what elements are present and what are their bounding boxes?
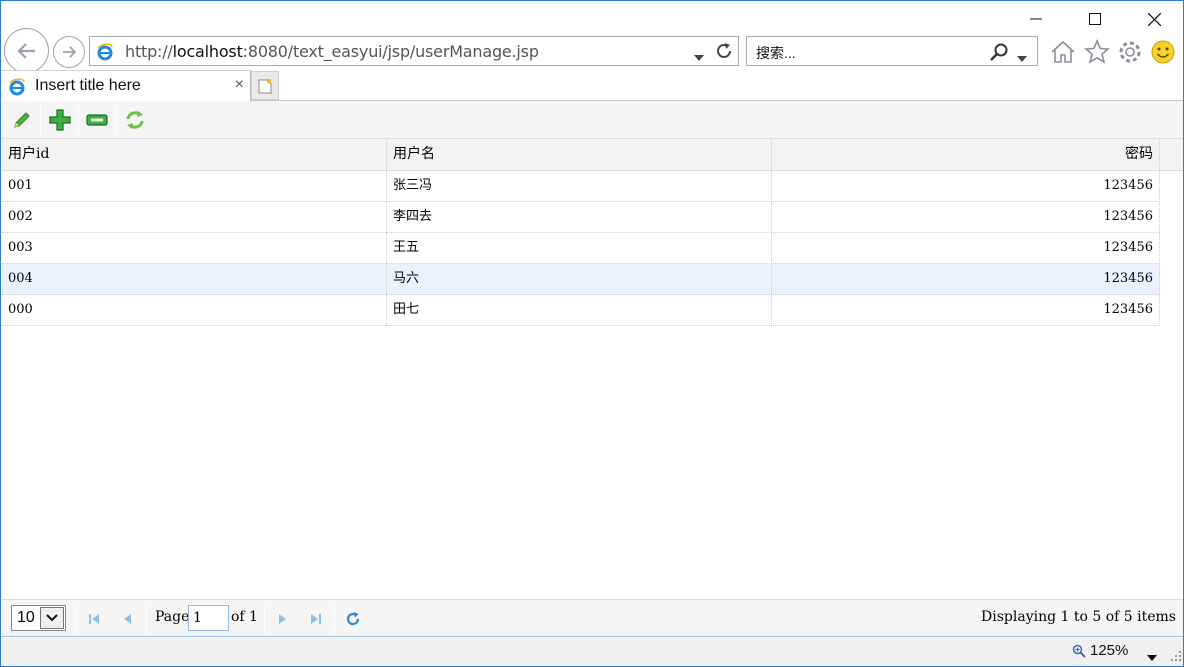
toolbar-separator (116, 105, 117, 135)
page-size-select[interactable]: 10 (11, 605, 66, 631)
back-arrow-icon (16, 42, 35, 59)
cell-password: 123456 (772, 202, 1160, 233)
table-row-selected[interactable]: 004 马六 123456 (2, 264, 1160, 295)
cell-username: 田七 (387, 295, 772, 326)
page-total-label: of 1 (231, 609, 258, 625)
maximize-button[interactable] (1072, 5, 1118, 33)
tab-close-button[interactable]: × (235, 76, 244, 94)
cell-user-id: 001 (2, 171, 387, 202)
zoom-level: 125% (1090, 642, 1129, 659)
cell-password: 123456 (772, 295, 1160, 326)
column-header-username[interactable]: 用户名 (387, 139, 772, 170)
new-tab-button[interactable] (251, 71, 279, 100)
column-header-password[interactable]: 密码 (772, 139, 1160, 170)
next-page-button[interactable] (273, 609, 293, 629)
datagrid-toolbar (2, 101, 1183, 139)
cell-username: 李四去 (387, 202, 772, 233)
url-text[interactable]: http://localhost:8080/text_easyui/jsp/us… (125, 42, 539, 61)
table-row[interactable]: 002 李四去 123456 (2, 202, 1160, 233)
first-page-icon (89, 614, 99, 624)
pager-separator (334, 605, 335, 633)
maximize-icon (1089, 13, 1101, 25)
browser-tab-active[interactable]: Insert title here × (1, 70, 251, 101)
prev-page-button[interactable] (117, 609, 137, 629)
reload-button[interactable] (122, 108, 148, 132)
close-icon (1147, 12, 1161, 26)
edit-button[interactable] (9, 108, 35, 132)
search-dropdown-icon[interactable] (1017, 49, 1027, 65)
url-host: localhost (172, 42, 243, 61)
datagrid-pager: 10 Page 1 of 1 Displaying 1 to 5 of 5 it… (2, 599, 1183, 637)
add-button[interactable] (47, 108, 73, 132)
smiley-feedback-icon[interactable] (1149, 38, 1177, 66)
address-bar[interactable]: http://localhost:8080/text_easyui/jsp/us… (89, 36, 739, 66)
cell-password: 123456 (772, 264, 1160, 295)
search-box[interactable]: 搜索... (746, 36, 1038, 66)
cell-user-id: 003 (2, 233, 387, 264)
forward-arrow-icon (63, 46, 77, 58)
last-page-button[interactable] (306, 609, 326, 629)
table-row[interactable]: 003 王五 123456 (2, 233, 1160, 264)
add-icon (49, 109, 71, 131)
tab-title: Insert title here (35, 77, 141, 94)
minimize-button[interactable] (1013, 5, 1059, 33)
resize-grip-icon[interactable] (1171, 648, 1181, 664)
browser-status-bar: 125% (2, 638, 1183, 666)
browser-window: http://localhost:8080/text_easyui/jsp/us… (0, 0, 1184, 667)
pager-separator (146, 605, 147, 633)
url-path: :8080/text_easyui/jsp/userManage.jsp (242, 42, 539, 61)
cell-username: 张三冯 (387, 171, 772, 202)
pager-separator (76, 605, 77, 633)
zoom-control[interactable]: 125% (1072, 642, 1128, 659)
refresh-icon (346, 612, 360, 626)
pager-separator (264, 605, 265, 633)
page-number-input[interactable]: 1 (188, 605, 229, 631)
cell-user-id: 002 (2, 202, 387, 233)
next-page-icon (279, 614, 286, 624)
page-label: Page (155, 609, 190, 625)
search-input[interactable]: 搜索... (756, 43, 796, 63)
settings-gear-icon[interactable] (1116, 38, 1144, 66)
zoom-dropdown-icon[interactable] (1147, 648, 1157, 664)
search-icon[interactable] (989, 42, 1009, 65)
url-prefix: http:// (125, 42, 173, 61)
favorites-star-icon[interactable] (1083, 38, 1111, 66)
grid-header: 用户id 用户名 密码 (2, 139, 1183, 171)
column-header-user-id[interactable]: 用户id (2, 139, 387, 170)
user-datagrid: 用户id 用户名 密码 001 张三冯 123456 002 李四去 12345… (2, 139, 1183, 599)
first-page-button[interactable] (84, 609, 104, 629)
table-row[interactable]: 000 田七 123456 (2, 295, 1160, 326)
forward-button[interactable] (53, 36, 85, 68)
cell-username: 马六 (387, 264, 772, 295)
toolbar-separator (40, 105, 41, 135)
remove-icon (86, 114, 108, 126)
cell-password: 123456 (772, 171, 1160, 202)
cell-username: 王五 (387, 233, 772, 264)
pager-refresh-button[interactable] (343, 609, 363, 629)
prev-page-icon (124, 614, 131, 624)
zoom-magnifier-icon (1072, 644, 1086, 658)
close-window-button[interactable] (1131, 5, 1177, 33)
chevron-down-icon[interactable] (40, 607, 64, 629)
back-button[interactable] (4, 28, 49, 73)
table-row[interactable]: 001 张三冯 123456 (2, 171, 1160, 202)
cell-user-id: 004 (2, 264, 387, 295)
minimize-icon (1030, 18, 1042, 20)
reload-icon (126, 111, 144, 129)
cell-user-id: 000 (2, 295, 387, 326)
ie-logo-icon (96, 43, 114, 64)
toolbar-separator (78, 105, 79, 135)
pager-info: Displaying 1 to 5 of 5 items (981, 609, 1176, 625)
cell-password: 123456 (772, 233, 1160, 264)
new-tab-icon (258, 78, 272, 93)
remove-button[interactable] (84, 108, 110, 132)
page-size-value: 10 (17, 609, 35, 626)
home-icon[interactable] (1049, 38, 1077, 66)
last-page-icon (311, 614, 321, 624)
refresh-icon[interactable] (714, 41, 734, 64)
address-dropdown-icon[interactable] (694, 48, 704, 64)
tab-ie-icon (8, 78, 26, 99)
edit-icon (14, 112, 30, 128)
